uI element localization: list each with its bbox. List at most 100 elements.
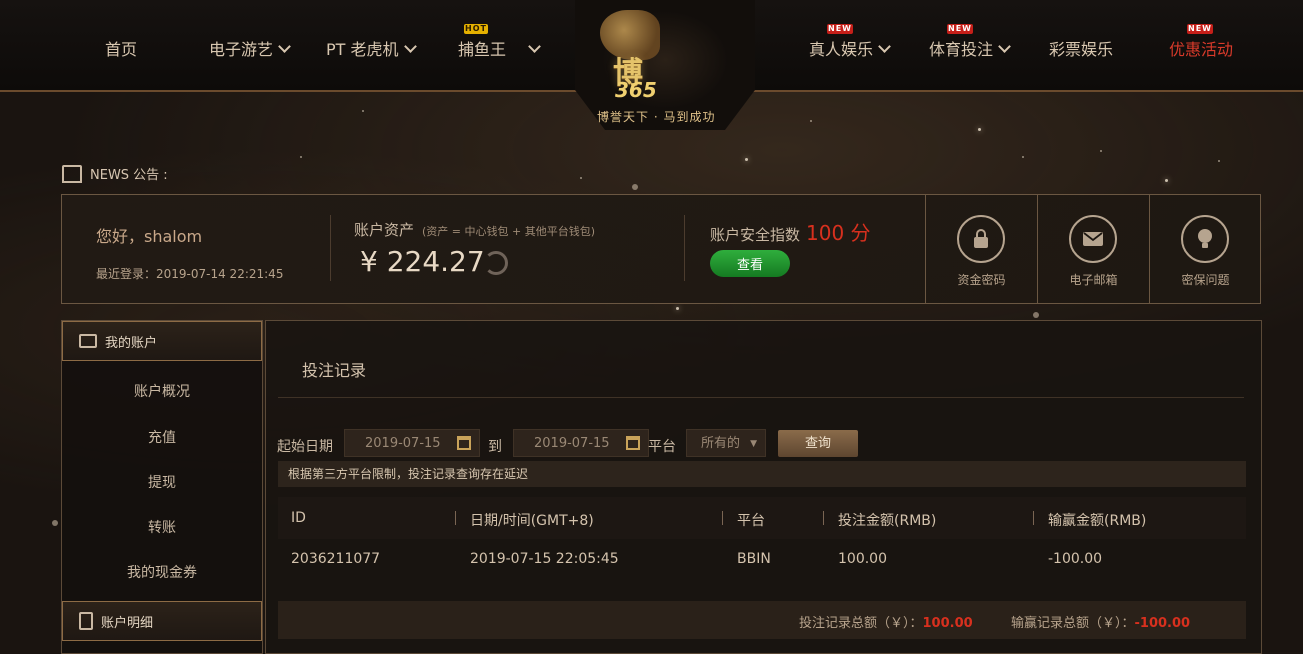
bulb-icon (1181, 215, 1229, 263)
sidebar-head-label: 账户明细 (101, 615, 154, 631)
nav-live-casino[interactable]: NEW 真人娱乐 (809, 24, 891, 60)
win-total: 输赢记录总额（￥）：-100.00 (1011, 612, 1190, 631)
account-summary-panel: 您好，shalom 最近登录：2019-07-14 22:21:45 账户资产 (… (61, 194, 1261, 304)
column-separator (722, 511, 723, 525)
win-total-value: -100.00 (1134, 616, 1191, 631)
nav-lottery[interactable]: 彩票娱乐 (1049, 36, 1113, 60)
tile-label: 资金密码 (957, 273, 1006, 287)
chevron-down-icon (998, 39, 1011, 53)
nav-fishing[interactable]: HOT 捕鱼王 (458, 24, 541, 60)
account-sidebar: 我的账户 账户概况 充值 提现 转账 我的现金券 账户明细 (61, 320, 263, 654)
platform-label: 平台 (648, 439, 676, 455)
new-badge: NEW (947, 24, 973, 34)
calendar-icon[interactable] (626, 436, 640, 450)
calendar-icon[interactable] (457, 436, 471, 450)
bet-total-value: 100.00 (922, 616, 973, 631)
end-date-input[interactable]: 2019-07-15 (513, 429, 649, 457)
nav-label: 捕鱼王 (458, 40, 507, 59)
tile-label: 电子邮箱 (1069, 273, 1118, 287)
start-date-label: 起始日期 (277, 439, 333, 455)
hot-badge: HOT (464, 24, 488, 34)
new-badge: NEW (1187, 24, 1213, 34)
sidebar-item-vouchers[interactable]: 我的现金券 (62, 562, 262, 582)
check-security-button[interactable]: 查看 (710, 250, 790, 277)
search-button[interactable]: 查询 (778, 430, 858, 457)
sidebar-item-withdraw[interactable]: 提现 (62, 472, 262, 492)
nav-egames[interactable]: 电子游艺 (209, 36, 291, 60)
platform-select[interactable]: 所有的 ▼ (686, 429, 766, 457)
new-badge: NEW (827, 24, 853, 34)
email-tile[interactable]: 电子邮箱 (1037, 195, 1149, 303)
chevron-down-icon (278, 39, 291, 53)
nav-pt-slots[interactable]: PT 老虎机 (326, 36, 417, 60)
col-platform: 平台 (737, 513, 765, 529)
security-question-tile[interactable]: 密保问题 (1149, 195, 1261, 303)
news-bar: NEWS 公告 : (62, 164, 168, 183)
nav-promotions[interactable]: NEW 优惠活动 (1169, 24, 1234, 60)
sidebar-head-my-account[interactable]: 我的账户 (62, 321, 262, 361)
refresh-icon[interactable] (484, 251, 508, 275)
col-bet: 投注金额(RMB) (838, 513, 937, 529)
col-win: 输赢金额(RMB) (1048, 513, 1147, 529)
mail-icon (1069, 215, 1117, 263)
to-label: 到 (488, 439, 502, 455)
sidebar-item-deposit[interactable]: 充值 (62, 427, 262, 447)
safety-index: 账户安全指数 100 分 (710, 217, 871, 246)
sidebar-item-transfer[interactable]: 转账 (62, 517, 262, 537)
news-icon (62, 164, 82, 183)
nav-label: 优惠活动 (1169, 40, 1234, 59)
column-separator (1033, 511, 1034, 525)
sidebar-head-account-details[interactable]: 账户明细 (62, 601, 262, 641)
card-icon (79, 334, 97, 348)
calculator-icon (79, 612, 93, 630)
logo-number: 365 (615, 78, 657, 102)
cell-id: 2036211077 (291, 551, 381, 567)
news-label: NEWS 公告 : (90, 168, 168, 183)
nav-label: PT 老虎机 (326, 40, 399, 59)
assets-subtitle: (资产 = 中心钱包 + 其他平台钱包) (422, 225, 596, 238)
lock-icon (957, 215, 1005, 263)
nav-label: 彩票娱乐 (1049, 40, 1114, 59)
cell-win: -100.00 (1048, 551, 1103, 567)
summary-bar: 投注记录总额（￥）：100.00 输赢记录总额（￥）：-100.00 (278, 601, 1246, 639)
tile-label: 密保问题 (1181, 273, 1230, 287)
bet-total-label: 投注记录总额（￥）： (799, 616, 923, 631)
nav-sports[interactable]: NEW 体育投注 (929, 24, 1011, 60)
cell-bet: 100.00 (838, 551, 887, 567)
assets-label: 账户资产 (资产 = 中心钱包 + 其他平台钱包) (354, 219, 595, 240)
divider (278, 397, 1244, 398)
chevron-down-icon (403, 39, 417, 53)
col-id: ID (291, 510, 306, 526)
logo-slogan: 博誉天下 · 马到成功 (597, 110, 716, 124)
assets-title: 账户资产 (354, 221, 415, 239)
start-date-input[interactable]: 2019-07-15 (344, 429, 480, 457)
safety-label: 账户安全指数 (710, 226, 801, 244)
delay-notice: 根据第三方平台限制，投注记录查询存在延迟 (278, 461, 1246, 487)
bet-records-panel: 投注记录 起始日期 2019-07-15 到 2019-07-15 平台 所有的… (265, 320, 1262, 654)
last-login: 最近登录：2019-07-14 22:21:45 (96, 267, 284, 281)
safety-score: 100 分 (806, 221, 871, 245)
column-separator (823, 511, 824, 525)
nav-label: 首页 (105, 40, 138, 59)
platform-value: 所有的 (701, 436, 741, 451)
sidebar-item-overview[interactable]: 账户概况 (62, 381, 262, 401)
fund-password-tile[interactable]: 资金密码 (925, 195, 1037, 303)
nav-label: 体育投注 (929, 40, 994, 59)
end-date-value: 2019-07-15 (534, 435, 610, 451)
dropdown-arrow-icon: ▼ (750, 439, 757, 449)
top-navigation: 首页 电子游艺 PT 老虎机 HOT 捕鱼王 博 365 博誉天下 · 马到成功… (0, 0, 1303, 130)
greeting: 您好，shalom (96, 227, 203, 246)
col-datetime: 日期/时间(GMT+8) (470, 513, 594, 529)
cell-datetime: 2019-07-15 22:05:45 (470, 551, 619, 567)
chevron-down-icon (878, 39, 891, 53)
sidebar-head-label: 我的账户 (105, 335, 158, 351)
nav-home[interactable]: 首页 (105, 36, 137, 60)
divider (330, 215, 331, 281)
win-total-label: 输赢记录总额（￥）： (1011, 616, 1135, 631)
nav-label: 电子游艺 (209, 40, 274, 59)
start-date-value: 2019-07-15 (365, 435, 441, 451)
page-title: 投注记录 (302, 361, 367, 380)
assets-value: ¥ 224.27 (360, 245, 485, 278)
table-header: ID 日期/时间(GMT+8) 平台 投注金额(RMB) 输赢金额(RMB) (278, 497, 1246, 539)
site-logo[interactable]: 博 365 博誉天下 · 马到成功 (575, 0, 755, 140)
